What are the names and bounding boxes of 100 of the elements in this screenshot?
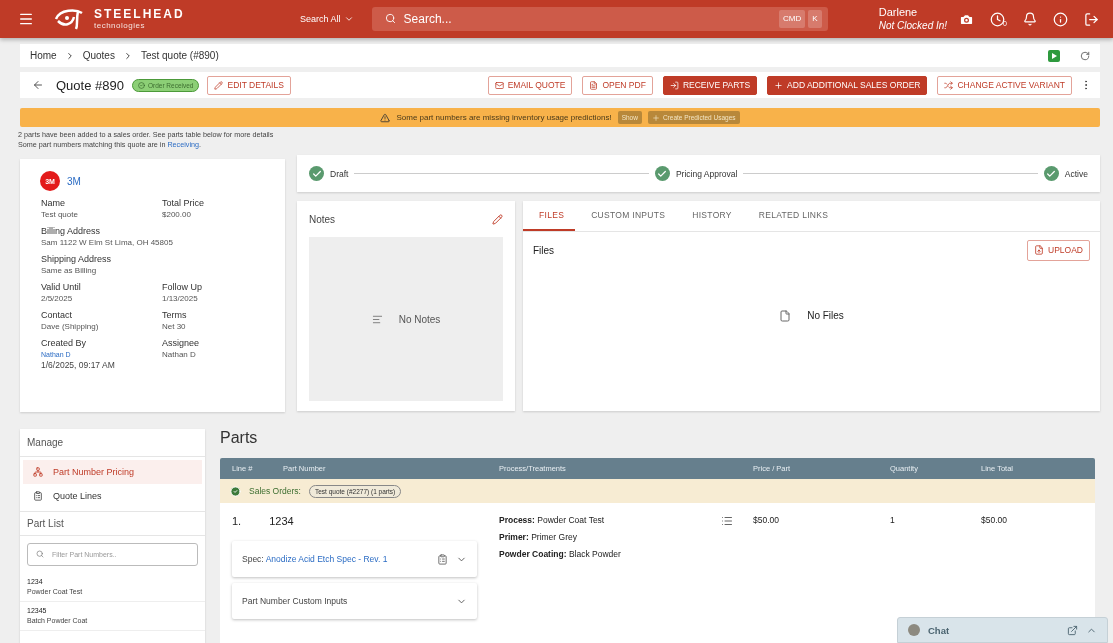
part-number: 1234: [269, 515, 294, 529]
edit-details-button[interactable]: EDIT DETAILS: [207, 75, 291, 95]
quote-title: Quote #890: [56, 77, 124, 93]
field-label: Created By: [41, 337, 88, 349]
treatment-text: Primer: Primer Grey: [499, 532, 578, 542]
tab[interactable]: RELATED LINKS: [742, 201, 840, 231]
notes-title: Notes: [309, 213, 336, 225]
shortcut-key: K: [808, 10, 822, 28]
menu-icon[interactable]: [18, 11, 34, 27]
field-label: Terms: [162, 309, 188, 321]
tab[interactable]: HISTORY: [676, 201, 743, 231]
plus-icon: [774, 80, 784, 90]
field-value: Sam 1122 W Elm St Lima, OH 45805: [41, 237, 174, 248]
lines-icon: [371, 313, 383, 325]
mail-icon: [494, 80, 504, 90]
user-name: Darlene: [878, 6, 919, 20]
manage-title: Manage: [20, 429, 205, 457]
empty-notes-text: No Notes: [398, 313, 441, 325]
spec-link[interactable]: Anodize Acid Etch Spec - Rev. 1: [265, 554, 388, 564]
line-number: 1.: [232, 515, 242, 529]
brand-name: STEELHEAD: [94, 8, 185, 20]
field-label: Contact: [41, 309, 74, 321]
enter-icon: [669, 80, 679, 90]
refresh-icon[interactable]: [1080, 50, 1090, 61]
empty-files-text: No Files: [807, 310, 844, 321]
clipboard-icon[interactable]: [437, 553, 448, 565]
play-icon[interactable]: [1048, 49, 1060, 62]
field-value: Same as Billing: [41, 265, 98, 276]
field-label: Valid Until: [41, 281, 82, 293]
field-label: Follow Up: [162, 281, 203, 293]
step-label: Draft: [330, 168, 349, 179]
pencil-icon: [214, 80, 224, 90]
logout-icon[interactable]: [1084, 11, 1099, 27]
file-icon: [779, 309, 792, 322]
external-link-icon[interactable]: [1067, 624, 1078, 636]
action-button[interactable]: EMAIL QUOTE: [487, 75, 573, 95]
shuffle-icon: [944, 80, 954, 90]
breadcrumb-link[interactable]: Home: [30, 50, 57, 61]
price-cell: $50.00: [753, 515, 779, 525]
menu-item[interactable]: Quote Lines: [23, 484, 202, 508]
chat-widget[interactable]: Chat: [897, 617, 1108, 643]
field-label: Billing Address: [41, 225, 102, 237]
pencil-icon[interactable]: [492, 213, 503, 225]
spec-accordion[interactable]: Spec: Anodize Acid Etch Spec - Rev. 1: [232, 541, 477, 577]
treatment-text: Powder Coating: Black Powder: [499, 549, 621, 559]
field-label: Name: [41, 197, 66, 209]
back-arrow-icon[interactable]: [32, 79, 44, 91]
search-icon: [36, 550, 44, 558]
custom-inputs-accordion[interactable]: Part Number Custom Inputs: [232, 583, 477, 619]
spec-text: Spec: Anodize Acid Etch Spec - Rev. 1: [242, 554, 389, 564]
files-title: Files: [533, 244, 555, 256]
info-icon[interactable]: [1053, 11, 1068, 27]
nodes-icon: [33, 467, 43, 477]
line-total-cell: $50.00: [981, 515, 1007, 525]
action-button[interactable]: ADD ADDITIONAL SALES ORDER: [767, 75, 928, 95]
brand-tagline: technologies: [94, 22, 146, 30]
search-icon: [384, 13, 396, 24]
document-icon: [33, 491, 43, 501]
field-label: Shipping Address: [41, 253, 113, 265]
tab[interactable]: FILES: [523, 201, 576, 231]
field-value: $200.00: [162, 209, 192, 220]
created-date: 1/6/2025, 09:17 AM: [41, 360, 116, 371]
step-label: Active: [1064, 168, 1088, 179]
field-label: Total Price: [162, 197, 206, 209]
clock-icon[interactable]: [990, 11, 1006, 27]
tab[interactable]: CUSTOM INPUTS: [575, 201, 677, 231]
treatment-text: Process: Powder Coat Test: [499, 515, 606, 525]
customer-link[interactable]: 3M: [67, 175, 81, 187]
plus-icon: [651, 113, 660, 122]
field-value: Dave (Shipping): [41, 321, 100, 332]
breadcrumb-link[interactable]: Quotes: [82, 50, 115, 61]
step-label: Pricing Approval: [675, 168, 738, 179]
warning-message: Some part numbers are missing inventory usage predictions!: [396, 113, 612, 122]
clock-status: Not Clocked In!: [878, 19, 948, 32]
camera-icon[interactable]: [959, 11, 975, 27]
action-button[interactable]: CHANGE ACTIVE VARIANT: [937, 75, 1072, 95]
action-button[interactable]: OPEN PDF: [582, 75, 653, 95]
menu-item[interactable]: Part Number Pricing: [23, 460, 202, 484]
list-icon[interactable]: [721, 515, 733, 527]
sales-orders-label: Sales Orders:: [249, 486, 301, 496]
document-icon: [589, 80, 599, 90]
warning-icon: [380, 112, 391, 123]
action-button[interactable]: RECEIVE PARTS: [662, 75, 758, 95]
upload-button[interactable]: UPLOAD: [1027, 239, 1090, 261]
field-label: Assignee: [162, 337, 201, 349]
check-badge-icon: [230, 485, 241, 497]
avatar-icon: [908, 624, 920, 636]
part-list-title: Part List: [20, 512, 205, 536]
quantity-cell: 1: [890, 515, 895, 525]
breadcrumb-link[interactable]: Test quote (#890): [140, 50, 219, 61]
bell-icon[interactable]: [1023, 12, 1037, 26]
shortcut-key: CMD: [778, 10, 806, 28]
field-value: Net 30: [162, 321, 187, 332]
field-value: 2/5/2025: [41, 293, 74, 304]
field-value: 1/13/2025: [162, 293, 199, 304]
search-scope-dropdown[interactable]: Search All: [294, 13, 360, 25]
parts-title: Parts: [220, 429, 259, 448]
field-value: Nathan D: [162, 349, 197, 360]
caret-icon: [343, 14, 354, 24]
file-upload-icon: [1034, 245, 1045, 255]
